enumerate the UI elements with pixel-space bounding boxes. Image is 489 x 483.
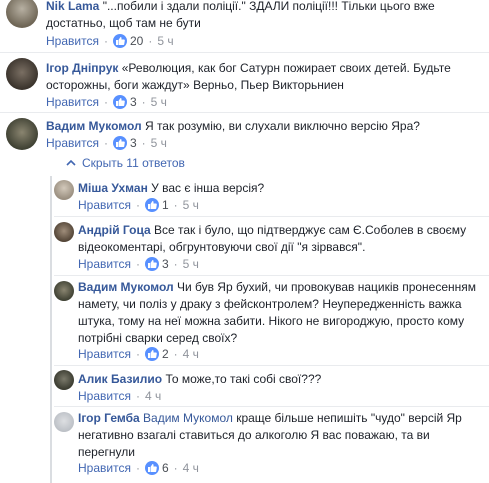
timestamp[interactable]: 4 ч (145, 389, 161, 403)
thumbs-up-icon[interactable] (112, 34, 127, 48)
comment-author[interactable]: Алик Базилио (78, 372, 162, 386)
comment-author[interactable]: Вадим Мукомол (78, 280, 174, 294)
like-count[interactable]: 3 (162, 257, 169, 271)
divider (54, 275, 489, 276)
avatar[interactable] (6, 0, 38, 28)
avatar[interactable] (6, 118, 38, 150)
timestamp[interactable]: 5 ч (151, 136, 167, 150)
thumbs-up-icon[interactable] (112, 136, 127, 150)
comment-author[interactable]: Вадим Мукомол (46, 119, 142, 133)
like-count[interactable]: 3 (130, 95, 137, 109)
thumbs-up-icon[interactable] (144, 198, 159, 212)
divider (0, 112, 489, 113)
comment-author[interactable]: Міша Ухман (78, 181, 148, 195)
thumbs-up-icon[interactable] (144, 257, 159, 271)
like-button[interactable]: Нравится (78, 389, 131, 403)
like-count[interactable]: 1 (162, 198, 169, 212)
divider (0, 52, 489, 53)
hide-replies-button[interactable]: Скрыть 11 ответов (66, 156, 185, 170)
like-button[interactable]: Нравится (78, 198, 131, 212)
comment-text: "...побили і здали поліції." ЗДАЛИ поліц… (46, 0, 435, 30)
like-count[interactable]: 2 (162, 347, 169, 361)
like-button[interactable]: Нравится (46, 136, 99, 150)
timestamp[interactable]: 5 ч (157, 34, 173, 48)
comment-text: То може,то такі собі свої??? (162, 372, 322, 386)
thumbs-up-icon[interactable] (144, 347, 159, 361)
timestamp[interactable]: 4 ч (183, 461, 199, 475)
like-button[interactable]: Нравится (46, 34, 99, 48)
chevron-up-icon (66, 160, 76, 166)
like-button[interactable]: Нравится (78, 257, 131, 271)
reply-thread-line (50, 176, 52, 483)
avatar[interactable] (54, 370, 74, 390)
timestamp[interactable]: 5 ч (151, 95, 167, 109)
thumbs-up-icon[interactable] (112, 95, 127, 109)
thumbs-up-icon[interactable] (144, 461, 159, 475)
comment-author[interactable]: Nik Lama (46, 0, 99, 13)
divider (54, 216, 489, 217)
mention-link[interactable]: Вадим Мукомол (143, 411, 233, 425)
hide-replies-label[interactable]: Скрыть 11 ответов (82, 156, 185, 170)
avatar[interactable] (54, 180, 74, 200)
avatar[interactable] (54, 412, 74, 432)
avatar[interactable] (54, 281, 74, 301)
like-button[interactable]: Нравится (78, 347, 131, 361)
like-button[interactable]: Нравится (46, 95, 99, 109)
divider (54, 365, 489, 366)
like-count[interactable]: 20 (130, 34, 143, 48)
avatar[interactable] (6, 58, 38, 90)
comment-author[interactable]: Ігор Гемба (78, 411, 140, 425)
avatar[interactable] (54, 222, 74, 242)
like-count[interactable]: 3 (130, 136, 137, 150)
comment-author[interactable]: Андрій Гоца (78, 223, 151, 237)
divider (54, 406, 489, 407)
timestamp[interactable]: 5 ч (183, 257, 199, 271)
like-count[interactable]: 6 (162, 461, 169, 475)
comment-text: Я так розумію, ви слухали виключно версі… (141, 119, 420, 133)
comment-text: У вас є інша версія? (147, 181, 265, 195)
comment-author[interactable]: Ігор Дніпрук (46, 61, 118, 75)
timestamp[interactable]: 4 ч (183, 347, 199, 361)
timestamp[interactable]: 5 ч (183, 198, 199, 212)
like-button[interactable]: Нравится (78, 461, 131, 475)
